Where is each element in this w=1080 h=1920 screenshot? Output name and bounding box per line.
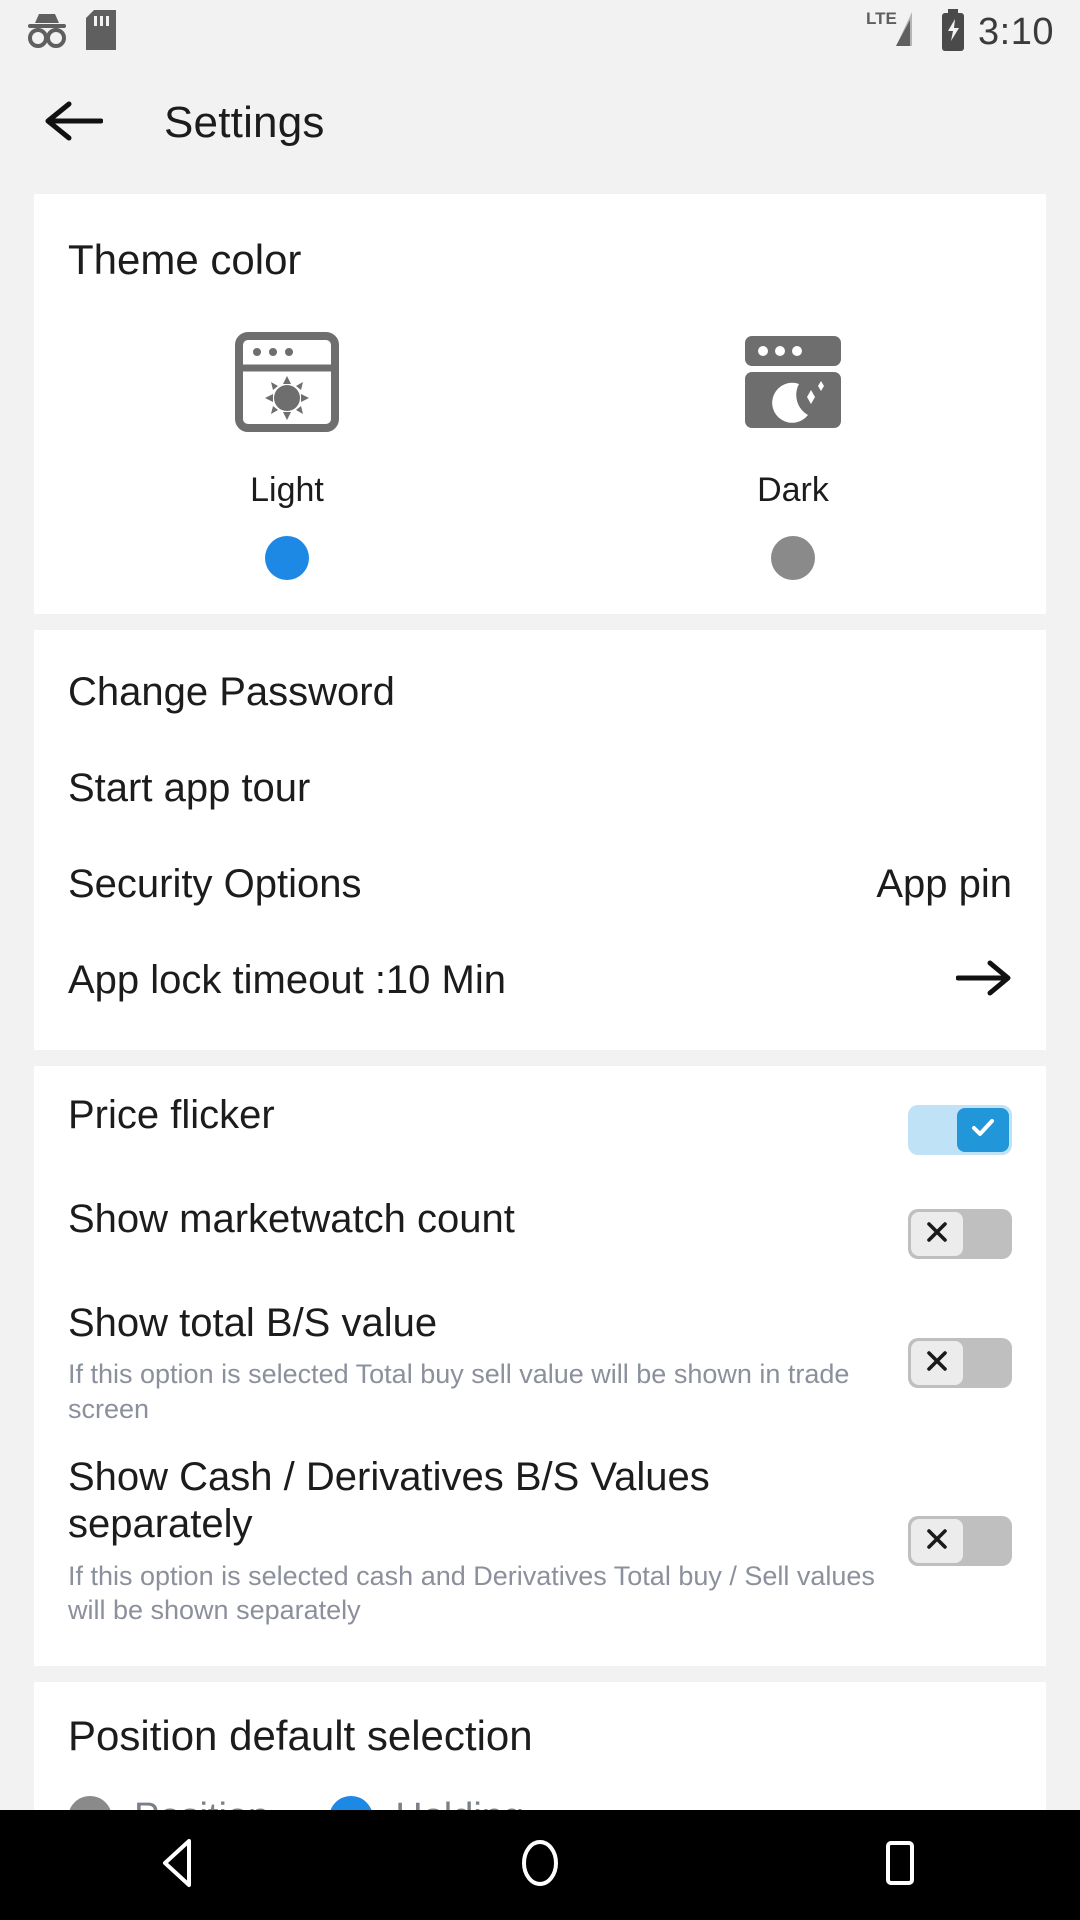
- setting-texts: Show marketwatch count: [68, 1196, 908, 1243]
- settings-screen: LTE 3:10 Settings Theme color Light Dark…: [0, 0, 1080, 1920]
- toggle-wrap: [908, 1338, 1012, 1389]
- check-icon: [968, 1113, 998, 1148]
- theme-option-dark[interactable]: Dark: [540, 326, 1046, 580]
- light-theme-window-icon: [231, 326, 343, 443]
- nav-back-button[interactable]: [110, 1810, 250, 1920]
- menu-item-start-app-tour[interactable]: Start app tour: [68, 740, 1012, 836]
- arrow-right-icon: [955, 958, 1012, 1003]
- toggle-knob: [911, 1341, 963, 1386]
- setting-row-show-total-bs-value: Show total B/S value If this option is s…: [68, 1286, 1012, 1440]
- setting-title: Show total B/S value: [68, 1301, 438, 1345]
- app-bar: Settings: [0, 64, 1080, 182]
- svg-text:LTE: LTE: [866, 9, 897, 28]
- setting-title: Price flicker: [68, 1093, 275, 1137]
- toggle-show-cash-derivatives-bs-values[interactable]: [908, 1516, 1012, 1567]
- theme-color-card: Theme color Light Dark: [34, 194, 1046, 614]
- home-circle-icon: [514, 1837, 566, 1894]
- back-triangle-icon: [157, 1837, 203, 1894]
- setting-texts: Show Cash / Derivatives B/S Values separ…: [68, 1454, 908, 1627]
- setting-subtitle: If this option is selected cash and Deri…: [68, 1560, 875, 1626]
- nav-home-button[interactable]: [470, 1810, 610, 1920]
- setting-texts: Show total B/S value If this option is s…: [68, 1300, 908, 1426]
- theme-option-light-label: Light: [250, 471, 324, 509]
- page-title: Settings: [164, 98, 325, 147]
- back-button[interactable]: [42, 91, 106, 155]
- setting-row-show-cash-derivatives-bs-values: Show Cash / Derivatives B/S Values separ…: [68, 1440, 1012, 1641]
- setting-title: Show Cash / Derivatives B/S Values separ…: [68, 1455, 710, 1547]
- menu-item-security-options[interactable]: Security Options App pin: [68, 836, 1012, 932]
- toggle-knob: [957, 1108, 1009, 1152]
- dark-theme-window-icon: [737, 326, 849, 443]
- menu-item-label: Security Options: [68, 861, 362, 906]
- close-icon: [923, 1525, 951, 1558]
- theme-option-dark-radio[interactable]: [771, 536, 815, 580]
- position-default-title: Position default selection: [68, 1711, 533, 1759]
- toggle-knob: [911, 1519, 963, 1564]
- toggle-show-total-bs-value[interactable]: [908, 1338, 1012, 1389]
- settings-scroll-area[interactable]: Theme color Light Dark Change Password S…: [0, 182, 1080, 1920]
- status-bar: LTE 3:10: [0, 0, 1080, 64]
- recents-square-icon: [878, 1837, 922, 1894]
- menu-item-label: App lock timeout :10 Min: [68, 957, 506, 1002]
- theme-option-light-radio[interactable]: [265, 536, 309, 580]
- toggle-price-flicker[interactable]: [908, 1105, 1012, 1155]
- close-icon: [923, 1218, 951, 1251]
- menu-item-label: Start app tour: [68, 765, 311, 810]
- sd-card-icon: [86, 9, 116, 55]
- account-options-card: Change Password Start app tour Security …: [34, 630, 1046, 1050]
- toggle-wrap: [908, 1516, 1012, 1567]
- theme-option-light[interactable]: Light: [34, 326, 540, 580]
- setting-title: Show marketwatch count: [68, 1197, 515, 1241]
- menu-item-change-password[interactable]: Change Password: [68, 644, 1012, 740]
- status-bar-clock: 3:10: [978, 10, 1054, 53]
- menu-item-app-lock-timeout[interactable]: App lock timeout :10 Min: [68, 932, 1012, 1028]
- close-icon: [923, 1347, 951, 1380]
- incognito-icon: [26, 10, 68, 55]
- theme-color-title: Theme color: [68, 236, 302, 283]
- setting-row-price-flicker: Price flicker: [68, 1078, 1012, 1182]
- display-preferences-card: Price flicker Show marketwatch count Sho…: [34, 1066, 1046, 1666]
- status-bar-left-icons: [26, 9, 116, 55]
- arrow-left-icon: [45, 99, 104, 148]
- toggle-wrap: [908, 1105, 1012, 1155]
- menu-item-label: Change Password: [68, 669, 395, 714]
- theme-options: Light Dark: [34, 326, 1046, 580]
- toggle-show-marketwatch-count[interactable]: [908, 1209, 1012, 1259]
- lte-signal-icon: LTE: [866, 8, 928, 57]
- battery-charging-icon: [940, 8, 966, 56]
- status-bar-right-icons: LTE 3:10: [866, 8, 1054, 57]
- setting-texts: Price flicker: [68, 1092, 908, 1139]
- toggle-knob: [911, 1212, 963, 1256]
- setting-subtitle: If this option is selected Total buy sel…: [68, 1359, 850, 1424]
- setting-row-show-marketwatch-count: Show marketwatch count: [68, 1182, 1012, 1286]
- system-navigation-bar: [0, 1810, 1080, 1920]
- security-options-value: App pin: [876, 861, 1012, 906]
- theme-option-dark-label: Dark: [757, 471, 829, 509]
- nav-recents-button[interactable]: [830, 1810, 970, 1920]
- toggle-wrap: [908, 1209, 1012, 1259]
